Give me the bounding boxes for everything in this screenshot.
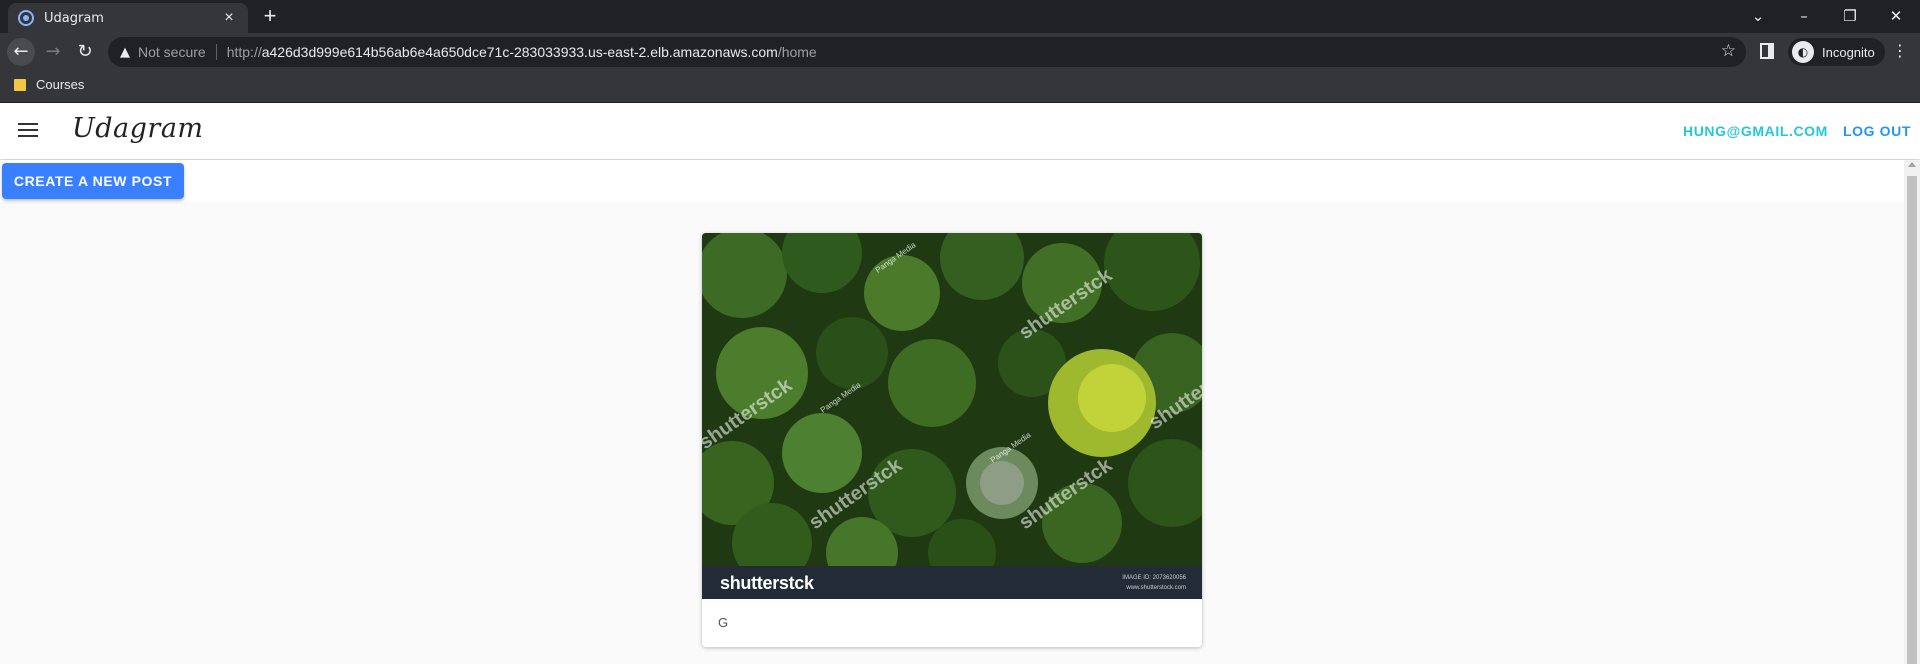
create-new-post-button[interactable]: CREATE A NEW POST bbox=[2, 163, 184, 199]
browser-tab-strip: Udagram × + ⌄ – ❐ ✕ bbox=[0, 0, 1920, 33]
bookmarks-bar: Courses bbox=[0, 71, 1920, 103]
incognito-label: Incognito bbox=[1822, 44, 1875, 60]
minimize-icon[interactable]: – bbox=[1784, 2, 1824, 30]
back-arrow-icon[interactable]: ← bbox=[7, 38, 35, 66]
close-window-icon[interactable]: ✕ bbox=[1876, 2, 1916, 30]
omnibox-divider bbox=[215, 44, 217, 60]
logout-button[interactable]: LOG OUT bbox=[1843, 123, 1911, 139]
warning-triangle-icon: ▲ bbox=[120, 44, 130, 60]
bookmark-courses[interactable]: Courses bbox=[14, 77, 84, 92]
forward-arrow-icon[interactable]: → bbox=[39, 38, 67, 66]
browser-menu-icon[interactable]: ⋮ bbox=[1892, 41, 1908, 60]
folder-icon bbox=[14, 78, 26, 91]
url-path: /home bbox=[777, 44, 817, 60]
page-scrollbar[interactable] bbox=[1904, 160, 1920, 664]
scrollbar-thumb[interactable] bbox=[1907, 176, 1917, 664]
forest-canopy-illustration bbox=[702, 233, 1202, 599]
post-card: shutterstck shutterstck shutterstck shut… bbox=[702, 233, 1202, 647]
udagram-favicon-icon bbox=[18, 10, 34, 26]
post-caption: G bbox=[718, 615, 729, 630]
tab-close-icon[interactable]: × bbox=[220, 9, 238, 27]
action-bar: CREATE A NEW POST bbox=[0, 160, 1904, 202]
post-image: shutterstck shutterstck shutterstck shut… bbox=[702, 233, 1202, 599]
tab-search-icon[interactable]: ⌄ bbox=[1738, 2, 1778, 30]
browser-tab[interactable]: Udagram × bbox=[8, 3, 248, 33]
restore-icon[interactable]: ❐ bbox=[1830, 2, 1870, 30]
scroll-up-arrow-icon[interactable] bbox=[1908, 162, 1916, 167]
stock-logo: shutterstck bbox=[720, 573, 814, 593]
app-brand-title: Udagram bbox=[72, 113, 204, 144]
incognito-profile-button[interactable]: ◐ Incognito bbox=[1788, 38, 1885, 66]
address-bar[interactable]: ▲ Not secure http://a426d3d999e614b56ab6… bbox=[108, 37, 1746, 67]
new-tab-button[interactable]: + bbox=[258, 5, 282, 29]
url-host: a426d3d999e614b56ab6e4a650dce71c-2830339… bbox=[261, 44, 778, 60]
incognito-icon: ◐ bbox=[1792, 41, 1814, 63]
hamburger-menu-icon[interactable] bbox=[18, 123, 38, 139]
stock-watermark-bar: shutterstck IMAGE ID: 2073620056 www.shu… bbox=[702, 566, 1202, 599]
browser-toolbar: ← → ↻ ▲ Not secure http://a426d3d999e614… bbox=[0, 33, 1920, 71]
bookmark-star-icon[interactable]: ☆ bbox=[1721, 41, 1736, 61]
not-secure-label[interactable]: Not secure bbox=[138, 44, 206, 60]
user-email-link[interactable]: HUNG@GMAIL.COM bbox=[1683, 123, 1828, 139]
reload-icon[interactable]: ↻ bbox=[71, 38, 99, 66]
tab-title: Udagram bbox=[44, 10, 104, 26]
stock-image-id: IMAGE ID: 2073620056 www.shutterstock.co… bbox=[1122, 575, 1186, 591]
bookmark-label: Courses bbox=[36, 77, 85, 92]
url-scheme: http:// bbox=[226, 44, 262, 60]
app-header: Udagram HUNG@GMAIL.COM LOG OUT bbox=[0, 103, 1920, 159]
side-panel-icon[interactable] bbox=[1760, 43, 1774, 59]
